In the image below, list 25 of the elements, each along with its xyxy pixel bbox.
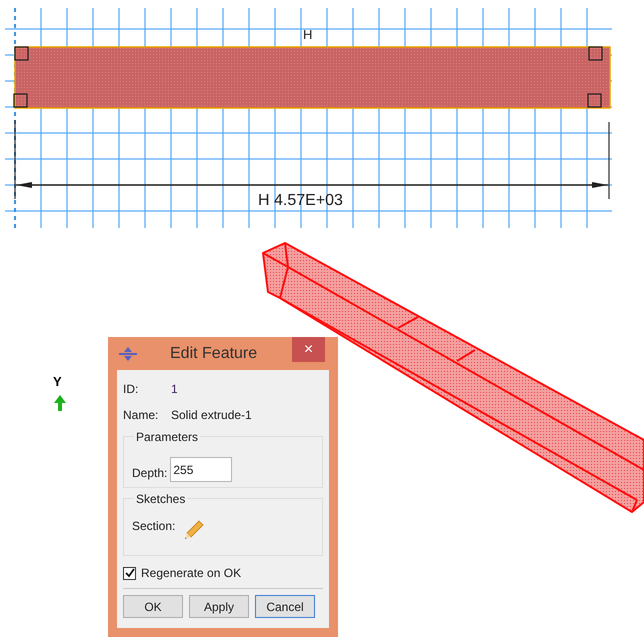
field-label: Name: [123,407,160,424]
checkbox-label: Regenerate on OK [141,565,242,582]
window-title: Edit Feature [170,344,258,364]
app-icon [119,346,137,360]
axis-label: Y [53,373,62,391]
dialog-button[interactable]: Cancel [255,595,315,618]
beam-drawing[interactable] [262,242,644,513]
dimension-name: H [303,26,312,44]
dialog-button[interactable]: Apply [189,595,249,618]
depth-field[interactable]: 255 [170,457,232,482]
dialog-button[interactable]: OK [123,595,183,618]
field-value: Solid extrude-1 [171,407,252,424]
vertex-marker[interactable] [14,46,29,61]
field-label: ID: [123,381,140,398]
depth-label: Depth: [132,465,168,482]
field-value: 1 [171,381,178,398]
vertex-marker[interactable] [13,93,28,108]
regenerate-checkbox[interactable] [123,566,136,580]
checkmark-icon [124,568,134,578]
pencil-icon[interactable] [183,519,206,541]
vertex-marker[interactable] [588,46,603,61]
section-label: Section: [132,518,176,535]
axis-arrow-icon [54,395,66,411]
close-button[interactable]: × [292,337,325,362]
vertex-marker[interactable] [587,93,602,108]
